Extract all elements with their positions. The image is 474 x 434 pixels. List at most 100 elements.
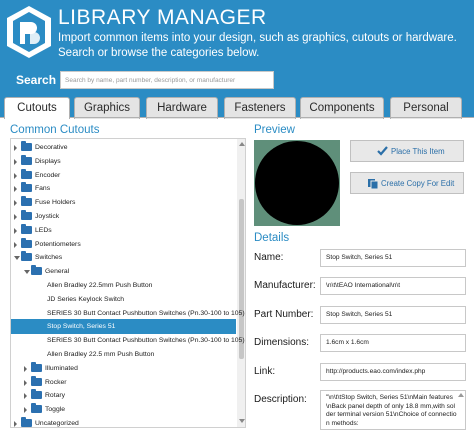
tab-cutouts[interactable]: Cutouts <box>4 97 70 119</box>
details-title: Details <box>254 232 290 244</box>
tree-leaf-item[interactable]: JD Series Keylock Switch <box>11 292 236 307</box>
tree-folder-item[interactable]: Toggle <box>11 402 236 417</box>
expand-arrow-icon[interactable] <box>14 172 17 179</box>
dimensions-field[interactable]: 1.6cm x 1.6cm <box>320 334 466 352</box>
tab-fasteners[interactable]: Fasteners <box>224 97 296 119</box>
tab-graphics[interactable]: Graphics <box>74 97 140 119</box>
expand-arrow-icon[interactable] <box>24 379 27 386</box>
tree-folder-item[interactable]: Rocker <box>11 375 236 390</box>
expand-arrow-icon[interactable] <box>14 145 17 151</box>
tree-item-label: SERIES 30 Butt Contact Pushbutton Switch… <box>47 337 245 345</box>
tree-folder-item[interactable]: General <box>11 264 236 279</box>
app-subtitle: Import common items into your design, su… <box>58 32 457 59</box>
tree-folder-item[interactable]: LEDs <box>11 223 236 238</box>
tree-folder-item[interactable]: Rotary <box>11 388 236 403</box>
dimensions-label: Dimensions: <box>254 337 310 348</box>
preview-title: Preview <box>254 124 295 136</box>
tree-item-label: General <box>45 268 70 276</box>
scroll-down-arrow-icon[interactable] <box>239 419 245 423</box>
collapse-arrow-icon[interactable] <box>24 270 30 275</box>
name-label: Name: <box>254 252 284 263</box>
manufacturer-field[interactable]: \n\t\tEAO International\n\t <box>320 277 466 295</box>
folder-icon <box>31 361 42 372</box>
folder-icon <box>21 196 32 207</box>
folder-icon <box>21 168 32 179</box>
tree-folder-item[interactable]: Illuminated <box>11 361 236 376</box>
expand-arrow-icon[interactable] <box>14 421 17 427</box>
folder-icon <box>21 417 32 427</box>
category-tree: Decorative Displays Encoder Fans Fuse Holder… <box>10 138 246 428</box>
tree-folder-item[interactable]: Switches <box>11 250 236 265</box>
expand-arrow-icon[interactable] <box>24 393 27 400</box>
expand-arrow-icon[interactable] <box>14 200 17 207</box>
tree-folder-item[interactable]: Decorative <box>11 140 236 155</box>
tree-leaf-item[interactable]: Stop Switch, Series 51 <box>11 319 236 335</box>
common-cutouts-title: Common Cutouts <box>10 124 100 136</box>
folder-icon <box>21 141 32 151</box>
expand-arrow-icon[interactable] <box>24 365 27 372</box>
create-copy-button[interactable]: Create Copy For Edit <box>350 172 464 194</box>
search-input[interactable] <box>60 71 274 89</box>
tree-item-label: Rotary <box>45 392 66 400</box>
part-number-field[interactable]: Stop Switch, Series 51 <box>320 306 466 324</box>
manufacturer-label: Manufacturer: <box>254 280 316 291</box>
tree-folder-item[interactable]: Joystick <box>11 209 236 224</box>
tree-item-label: Fans <box>35 185 51 193</box>
tree-item-label: Toggle <box>45 406 66 414</box>
tree-folder-item[interactable]: Uncategorized <box>11 416 236 427</box>
tab-hardware[interactable]: Hardware <box>146 97 218 119</box>
folder-icon <box>21 154 32 165</box>
tree-item-label: Displays <box>35 157 61 165</box>
expand-arrow-icon[interactable] <box>14 227 17 234</box>
folder-icon <box>21 182 32 193</box>
tab-components[interactable]: Components <box>300 97 384 119</box>
tree-item-label: Joystick <box>35 213 60 220</box>
tree-item-label: LEDs <box>35 226 52 234</box>
scroll-up-arrow-icon[interactable] <box>458 393 464 397</box>
expand-arrow-icon[interactable] <box>14 186 17 193</box>
tree-item-label: Rocker <box>45 378 67 386</box>
tree-item-label: Encoder <box>35 171 61 179</box>
tree-item-label: Potentiometers <box>35 240 81 248</box>
tree-leaf-item[interactable]: SERIES 30 Butt Contact Pushbutton Switch… <box>11 333 245 348</box>
tab-personal[interactable]: Personal <box>390 97 462 119</box>
place-item-button[interactable]: Place This Item <box>350 140 464 162</box>
copy-icon <box>368 179 379 190</box>
tree-leaf-item[interactable]: SERIES 30 Butt Contact Pushbutton Switch… <box>11 306 245 321</box>
expand-arrow-icon[interactable] <box>14 158 17 165</box>
app-logo-icon <box>7 6 51 58</box>
tree-scrollbar[interactable] <box>237 139 245 427</box>
tree-folder-item[interactable]: Encoder <box>11 168 236 183</box>
tree-item-label: Fuse Holders <box>35 199 76 207</box>
folder-icon <box>31 265 42 276</box>
name-field[interactable]: Stop Switch, Series 51 <box>320 249 466 267</box>
tree-folder-item[interactable]: Fans <box>11 181 236 196</box>
expand-arrow-icon[interactable] <box>14 214 17 220</box>
tree-folder-item[interactable]: Displays <box>11 154 236 169</box>
expand-arrow-icon[interactable] <box>14 241 17 248</box>
tree-leaf-item[interactable]: Allen Bradley 22.5mm Push Button <box>11 278 236 293</box>
scroll-up-arrow-icon[interactable] <box>239 142 245 146</box>
tree-item-label: Decorative <box>35 144 68 151</box>
tree-item-label: Allen Bradley 22.5 mm Push Button <box>47 351 155 358</box>
tree-item-label: JD Series Keylock Switch <box>47 295 125 303</box>
header-bar: LIBRARY MANAGER Import common items into… <box>0 0 474 66</box>
folder-icon <box>21 210 32 220</box>
app-title: LIBRARY MANAGER <box>58 6 267 29</box>
folder-icon <box>31 375 42 386</box>
cutout-circle-shape <box>255 141 339 225</box>
tree-item-label: Illuminated <box>45 364 78 372</box>
tree-item-label: Allen Bradley 22.5mm Push Button <box>47 282 153 289</box>
tab-strip: Cutouts Graphics Hardware Fasteners Comp… <box>0 94 474 119</box>
checkmark-icon <box>377 146 388 156</box>
tree-item-label: SERIES 30 Butt Contact Pushbutton Switch… <box>47 309 245 317</box>
expand-arrow-icon[interactable] <box>24 407 27 414</box>
part-number-label: Part Number: <box>254 309 314 320</box>
tree-leaf-item[interactable]: Allen Bradley 22.5 mm Push Button <box>11 347 236 362</box>
link-field[interactable]: http://products.eao.com/index.php <box>320 363 466 381</box>
tree-folder-item[interactable]: Fuse Holders <box>11 195 236 210</box>
description-field[interactable]: "\n\t\tStop Switch, Series 51\nMain feat… <box>320 390 466 430</box>
tree-folder-item[interactable]: Potentiometers <box>11 237 236 252</box>
collapse-arrow-icon[interactable] <box>14 256 20 261</box>
folder-icon <box>31 389 42 400</box>
